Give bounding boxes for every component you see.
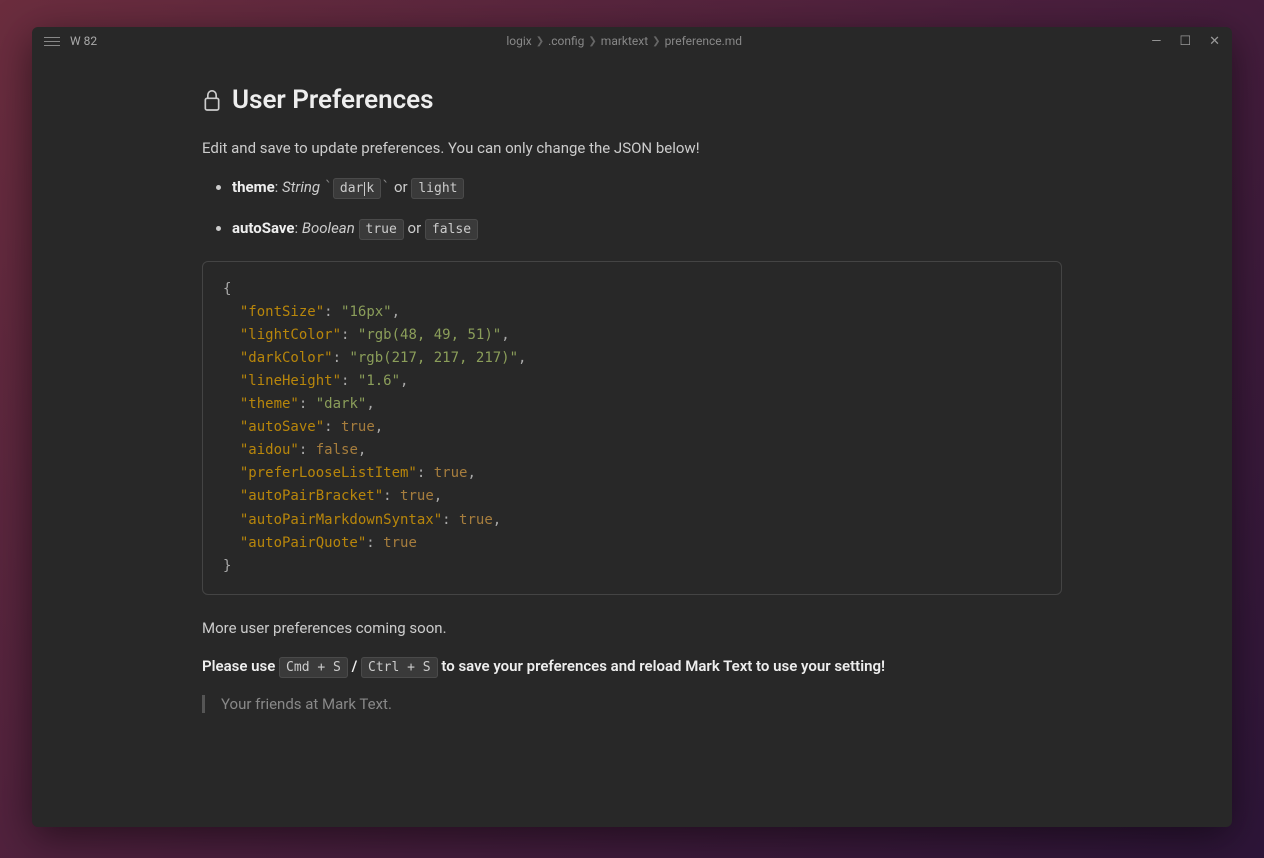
chevron-right-icon: ❯ [588, 36, 596, 47]
breadcrumb-item[interactable]: .config [548, 34, 584, 48]
option-value: light [411, 178, 464, 199]
keyboard-shortcut: Ctrl + S [361, 657, 438, 678]
maximize-icon[interactable]: ☐ [1179, 35, 1191, 48]
option-name: autoSave [232, 219, 295, 237]
save-instruction: Please use Cmd + S / Ctrl + S to save yo… [202, 657, 1062, 675]
option-sep: or [408, 219, 422, 237]
option-value: false [425, 219, 478, 240]
option-type: Boolean [302, 219, 355, 237]
keyboard-shortcut: Cmd + S [279, 657, 348, 678]
json-code-block[interactable]: { "fontSize": "16px", "lightColor": "rgb… [202, 261, 1062, 595]
breadcrumb-item[interactable]: preference.md [665, 34, 743, 48]
editor-content[interactable]: User Preferences Edit and save to update… [32, 55, 1232, 827]
option-type: String [282, 178, 320, 196]
app-window: W 82 logix ❯ .config ❯ marktext ❯ prefer… [32, 27, 1232, 827]
options-list: theme: String `dark` or light autoSave: … [232, 175, 1062, 241]
titlebar: W 82 logix ❯ .config ❯ marktext ❯ prefer… [32, 27, 1232, 55]
window-controls: — ☐ ✕ [1151, 35, 1220, 48]
close-icon[interactable]: ✕ [1209, 35, 1220, 48]
option-autosave: autoSave: Boolean true or false [232, 216, 1062, 241]
page-title: User Preferences [202, 85, 1062, 115]
breadcrumb-item[interactable]: marktext [601, 34, 648, 48]
intro-text: Edit and save to update preferences. You… [202, 139, 1062, 157]
lock-icon [202, 88, 222, 112]
option-value: true [359, 219, 404, 240]
hamburger-menu-icon[interactable] [44, 33, 60, 49]
chevron-right-icon: ❯ [652, 36, 660, 47]
word-count: W 82 [70, 34, 97, 48]
breadcrumb-item[interactable]: logix [506, 34, 531, 48]
signature-text: Your friends at Mark Text. [221, 695, 392, 713]
chevron-right-icon: ❯ [536, 36, 544, 47]
breadcrumb: logix ❯ .config ❯ marktext ❯ preference.… [97, 34, 1151, 48]
minimize-icon[interactable]: — [1151, 35, 1161, 48]
option-sep: or [394, 178, 408, 196]
page-title-text: User Preferences [232, 85, 434, 115]
signature-blockquote: Your friends at Mark Text. [202, 695, 1062, 713]
option-name: theme [232, 178, 275, 196]
option-theme: theme: String `dark` or light [232, 175, 1062, 200]
option-value: dark [333, 178, 381, 199]
coming-soon-text: More user preferences coming soon. [202, 619, 1062, 637]
